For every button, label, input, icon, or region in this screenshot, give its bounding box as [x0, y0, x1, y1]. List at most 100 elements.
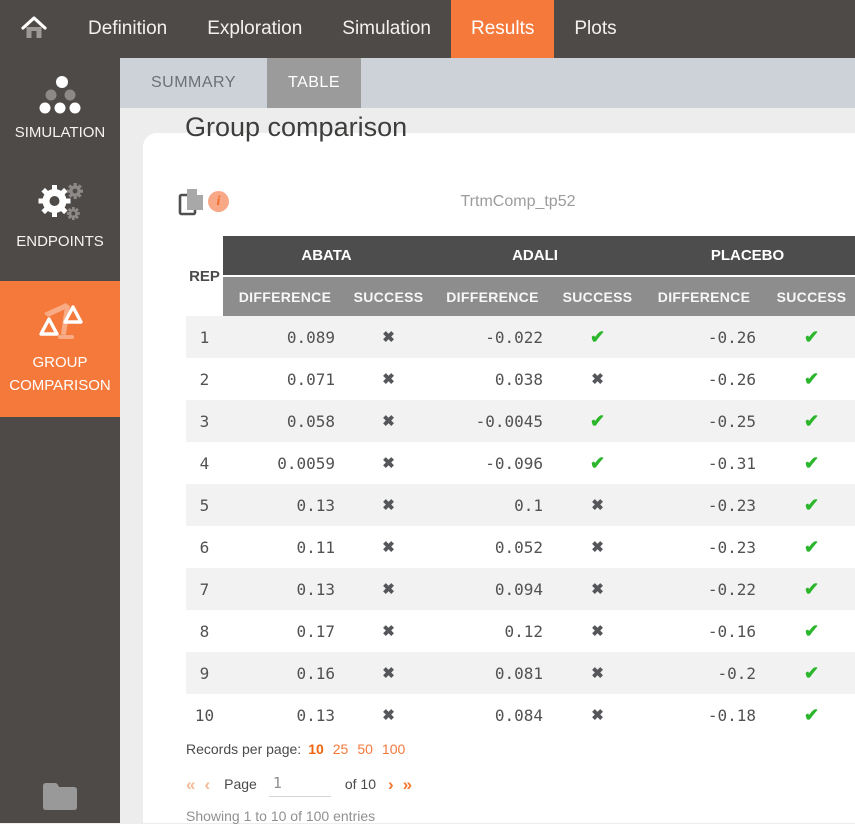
- rep-cell: 1: [186, 316, 223, 358]
- placebo-difference-cell: -0.16: [640, 610, 768, 652]
- rep-cell: 10: [186, 694, 223, 736]
- adali-difference-cell: -0.022: [430, 316, 555, 358]
- results-tabbar: SUMMARY TABLE: [120, 58, 855, 108]
- abata-success-cell: ✖: [347, 358, 430, 400]
- rep-cell: 8: [186, 610, 223, 652]
- abata-difference-cell: 0.071: [223, 358, 347, 400]
- group-header-adali: ADALI: [430, 236, 640, 276]
- abata-success-cell: ✖: [347, 442, 430, 484]
- home-button[interactable]: [0, 0, 68, 58]
- sidebar: SIMULATION: [0, 58, 120, 823]
- rep-cell: 7: [186, 568, 223, 610]
- last-page-icon[interactable]: »: [403, 776, 412, 793]
- placebo-success-cell: ✔: [768, 358, 855, 400]
- page-size-option[interactable]: 50: [357, 741, 373, 757]
- subheader-placebo-difference: DIFFERENCE: [640, 276, 768, 316]
- adali-difference-cell: 0.038: [430, 358, 555, 400]
- top-navigation: Definition Exploration Simulation Result…: [0, 0, 855, 58]
- tab-table[interactable]: TABLE: [267, 58, 361, 108]
- abata-difference-cell: 0.13: [223, 694, 347, 736]
- success-check-icon: ✔: [804, 411, 819, 431]
- abata-difference-cell: 0.13: [223, 484, 347, 526]
- adali-success-cell: ✖: [555, 358, 640, 400]
- group-comparison-card: i TrtmComp_tp52 REP ABATA ADALI PLACEBO …: [143, 133, 855, 823]
- placebo-difference-cell: -0.22: [640, 568, 768, 610]
- nav-item-simulation[interactable]: Simulation: [322, 0, 451, 58]
- subheader-adali-success: SUCCESS: [555, 276, 640, 316]
- first-page-icon[interactable]: «: [186, 776, 195, 793]
- adali-success-cell: ✔: [555, 400, 640, 442]
- success-check-icon: ✔: [804, 663, 819, 683]
- adali-success-cell: ✖: [555, 526, 640, 568]
- table-row: 80.17✖0.12✖-0.16✔: [186, 610, 855, 652]
- sidebar-item-group-comparison[interactable]: GROUP COMPARISON: [0, 281, 120, 418]
- abata-success-cell: ✖: [347, 400, 430, 442]
- adali-success-cell: ✔: [555, 316, 640, 358]
- records-per-page-label: Records per page:: [186, 741, 301, 757]
- previous-page-icon[interactable]: ‹: [204, 776, 210, 793]
- abata-difference-cell: 0.13: [223, 568, 347, 610]
- sidebar-item-simulation[interactable]: SIMULATION: [0, 62, 120, 159]
- nav-item-results[interactable]: Results: [451, 0, 554, 58]
- table-row: 10.089✖-0.022✔-0.26✔: [186, 316, 855, 358]
- group-header-abata: ABATA: [223, 236, 430, 276]
- placebo-difference-cell: -0.26: [640, 358, 768, 400]
- sidebar-item-label: GROUP COMPARISON: [9, 354, 110, 394]
- nav-item-plots[interactable]: Plots: [554, 0, 636, 58]
- abata-success-cell: ✖: [347, 610, 430, 652]
- subheader-abata-difference: DIFFERENCE: [223, 276, 347, 316]
- nav-item-definition[interactable]: Definition: [68, 0, 187, 58]
- table-row: 30.058✖-0.0045✔-0.25✔: [186, 400, 855, 442]
- failure-cross-icon: ✖: [591, 623, 604, 640]
- nav-item-exploration[interactable]: Exploration: [187, 0, 322, 58]
- abata-success-cell: ✖: [347, 694, 430, 736]
- abata-success-cell: ✖: [347, 652, 430, 694]
- adali-success-cell: ✖: [555, 694, 640, 736]
- table-toolbar: i TrtmComp_tp52: [178, 185, 823, 217]
- next-page-icon[interactable]: ›: [388, 776, 394, 793]
- failure-cross-icon: ✖: [591, 539, 604, 556]
- dataset-name: TrtmComp_tp52: [178, 193, 855, 211]
- column-header-rep: REP: [186, 236, 223, 316]
- placebo-difference-cell: -0.23: [640, 484, 768, 526]
- tab-summary[interactable]: SUMMARY: [130, 58, 257, 108]
- page-label: Page: [224, 776, 257, 792]
- failure-cross-icon: ✖: [591, 665, 604, 682]
- adali-difference-cell: -0.096: [430, 442, 555, 484]
- sidebar-item-endpoints[interactable]: ENDPOINTS: [0, 169, 120, 268]
- abata-difference-cell: 0.17: [223, 610, 347, 652]
- adali-difference-cell: 0.084: [430, 694, 555, 736]
- adali-difference-cell: -0.0045: [430, 400, 555, 442]
- placebo-success-cell: ✔: [768, 316, 855, 358]
- nodes-icon: [37, 75, 83, 115]
- project-folder-button[interactable]: [0, 780, 120, 817]
- table-row: 60.11✖0.052✖-0.23✔: [186, 526, 855, 568]
- gears-icon: [35, 182, 85, 224]
- placebo-success-cell: ✔: [768, 526, 855, 568]
- failure-cross-icon: ✖: [382, 455, 395, 472]
- page-size-option[interactable]: 100: [382, 741, 405, 757]
- page-size-option[interactable]: 25: [333, 741, 349, 757]
- success-check-icon: ✔: [804, 453, 819, 473]
- failure-cross-icon: ✖: [591, 707, 604, 724]
- failure-cross-icon: ✖: [591, 371, 604, 388]
- group-comparison-table: REP ABATA ADALI PLACEBO DIFFERENCE SUCCE…: [186, 236, 855, 736]
- success-check-icon: ✔: [804, 705, 819, 725]
- placebo-success-cell: ✔: [768, 694, 855, 736]
- page-size-option[interactable]: 10: [308, 741, 324, 757]
- adali-difference-cell: 0.12: [430, 610, 555, 652]
- pagination: « ‹ Page of 10 › »: [186, 771, 826, 797]
- abata-difference-cell: 0.058: [223, 400, 347, 442]
- failure-cross-icon: ✖: [591, 581, 604, 598]
- success-check-icon: ✔: [804, 537, 819, 557]
- abata-difference-cell: 0.0059: [223, 442, 347, 484]
- placebo-difference-cell: -0.23: [640, 526, 768, 568]
- adali-success-cell: ✖: [555, 484, 640, 526]
- rep-cell: 9: [186, 652, 223, 694]
- page-number-input[interactable]: [269, 771, 331, 797]
- placebo-success-cell: ✔: [768, 610, 855, 652]
- success-check-icon: ✔: [590, 453, 605, 473]
- subheader-adali-difference: DIFFERENCE: [430, 276, 555, 316]
- table-row: 20.071✖0.038✖-0.26✔: [186, 358, 855, 400]
- subheader-abata-success: SUCCESS: [347, 276, 430, 316]
